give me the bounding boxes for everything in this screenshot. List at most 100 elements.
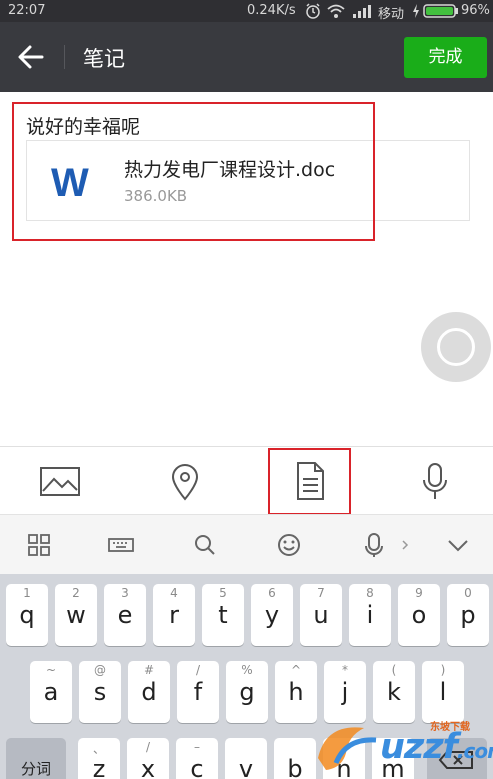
title-divider	[64, 45, 65, 69]
key-hint: /	[195, 663, 201, 677]
attachment-toolbar	[0, 446, 493, 514]
key-hint: –	[194, 740, 200, 754]
watermark-brand: uzzf.com	[380, 727, 493, 767]
key-o[interactable]: 9o	[398, 584, 440, 646]
smiley-icon	[278, 534, 300, 556]
key-label: z	[92, 755, 106, 779]
keyboard-toolbar	[0, 514, 493, 574]
key-c[interactable]: – c	[176, 738, 218, 779]
key-label: t	[218, 601, 228, 629]
network-speed: 0.24K/s	[247, 3, 296, 18]
insert-voice-button[interactable]	[413, 459, 457, 503]
key-label: f	[193, 678, 203, 706]
key-label: u	[313, 601, 329, 629]
keyboard-switch-button[interactable]	[106, 530, 136, 560]
key-label: o	[411, 601, 427, 629]
segment-key-label: 分词	[20, 760, 51, 778]
search-icon	[195, 535, 215, 555]
grid-icon	[28, 534, 50, 556]
key-p[interactable]: 0p	[447, 584, 489, 646]
key-label: w	[66, 601, 86, 629]
page-title: 笔记	[83, 47, 125, 71]
key-label: a	[43, 678, 59, 706]
key-u[interactable]: 7u	[300, 584, 342, 646]
hide-keyboard-button[interactable]	[443, 530, 473, 560]
key-label: s	[93, 678, 107, 706]
voice-input-button[interactable]	[359, 530, 389, 560]
key-hint: *	[342, 663, 348, 677]
keyboard-icon	[108, 538, 134, 552]
key-label: e	[117, 601, 133, 629]
alarm-icon	[305, 2, 321, 20]
grid-menu-button[interactable]	[24, 530, 54, 560]
key-s[interactable]: @ s	[79, 661, 121, 723]
key-hint: (	[391, 663, 397, 677]
key-label: p	[460, 601, 476, 629]
key-x[interactable]: / x	[127, 738, 169, 779]
key-hint: 3	[121, 586, 129, 600]
key-hint: @	[94, 663, 106, 677]
key-hint: 2	[72, 586, 80, 600]
battery-icon	[423, 4, 459, 22]
key-hint: #	[143, 663, 155, 677]
key-v[interactable]: v	[225, 738, 267, 779]
arrow-left-icon	[18, 45, 44, 69]
highlight-box-file	[268, 448, 351, 515]
key-hint: 5	[219, 586, 227, 600]
keyboard-search-button[interactable]	[190, 530, 220, 560]
key-label: c	[190, 755, 204, 779]
key-g[interactable]: % g	[226, 661, 268, 723]
highlight-box-note	[12, 102, 375, 241]
key-y[interactable]: 6y	[251, 584, 293, 646]
charging-icon	[411, 2, 421, 20]
key-label: d	[141, 678, 157, 706]
key-z[interactable]: 、 z	[78, 738, 120, 779]
segment-key[interactable]: 分词	[6, 738, 66, 779]
key-label: j	[341, 678, 349, 706]
key-hint: 4	[170, 586, 178, 600]
key-label: g	[239, 678, 255, 706]
key-a[interactable]: ~ a	[30, 661, 72, 723]
key-e[interactable]: 3e	[104, 584, 146, 646]
title-bar: 笔记 完成	[0, 22, 493, 92]
key-label: r	[169, 601, 179, 629]
emoji-button[interactable]	[274, 530, 304, 560]
key-hint: 9	[415, 586, 423, 600]
key-hint: /	[145, 740, 151, 754]
key-label: i	[366, 601, 374, 629]
key-t[interactable]: 5t	[202, 584, 244, 646]
wifi-icon	[326, 2, 346, 20]
key-i[interactable]: 8i	[349, 584, 391, 646]
key-hint: ~	[45, 663, 57, 677]
key-label: k	[387, 678, 401, 706]
key-hint: 8	[366, 586, 374, 600]
key-label: h	[288, 678, 304, 706]
chevron-down-icon	[448, 540, 468, 552]
chevron-right-icon	[398, 530, 412, 560]
key-d[interactable]: # d	[128, 661, 170, 723]
back-button[interactable]	[12, 40, 52, 74]
key-label: q	[19, 601, 35, 629]
microphone-icon	[423, 463, 447, 499]
key-f[interactable]: / f	[177, 661, 219, 723]
image-icon	[40, 467, 80, 496]
key-label: x	[140, 755, 156, 779]
insert-location-button[interactable]	[163, 459, 207, 503]
key-r[interactable]: 4r	[153, 584, 195, 646]
key-hint: 0	[464, 586, 472, 600]
key-hint: 6	[268, 586, 276, 600]
battery-percent: 96%	[461, 3, 490, 18]
key-hint: 7	[317, 586, 325, 600]
key-w[interactable]: 2w	[55, 584, 97, 646]
carrier-label: 移动	[378, 7, 405, 22]
microphone-icon	[365, 533, 383, 557]
floating-assist-button[interactable]	[421, 312, 491, 382]
done-button[interactable]: 完成	[404, 37, 487, 78]
status-bar: 22:07 0.24K/s 移动 96%	[0, 0, 493, 22]
key-hint: )	[440, 663, 446, 677]
key-label: y	[264, 601, 280, 629]
key-q[interactable]: 1q	[6, 584, 48, 646]
key-hint: 1	[23, 586, 31, 600]
insert-image-button[interactable]	[38, 459, 82, 503]
circle-icon	[437, 328, 475, 366]
